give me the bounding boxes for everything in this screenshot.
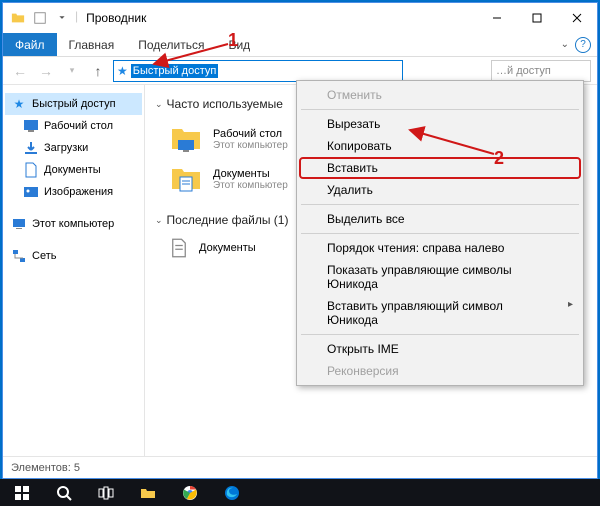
nav-network[interactable]: Сеть: [5, 245, 142, 267]
nav-label: Рабочий стол: [44, 120, 113, 132]
search-input[interactable]: …й доступ: [491, 60, 591, 82]
forward-button[interactable]: →: [35, 60, 57, 82]
collapse-ribbon-icon[interactable]: ⌄: [561, 39, 569, 50]
desktop-icon: [23, 118, 39, 134]
minimize-button[interactable]: [477, 3, 517, 33]
back-button[interactable]: ←: [9, 60, 31, 82]
item-name: Документы: [213, 168, 288, 180]
ctx-insertctrl[interactable]: Вставить управляющий символ Юникода: [299, 295, 581, 331]
folder-documents-icon: [169, 162, 203, 196]
documents-icon: [23, 162, 39, 178]
navigation-pane: ★ Быстрый доступ Рабочий стол Загрузки Д…: [3, 85, 145, 456]
caret-down-icon: ⌄: [155, 99, 163, 110]
nav-label: Сеть: [32, 250, 56, 262]
window-controls: [477, 3, 597, 33]
downloads-icon: [23, 140, 39, 156]
properties-icon[interactable]: [31, 9, 49, 27]
titlebar-left: | Проводник: [3, 9, 146, 27]
ctx-reconvert: Реконверсия: [299, 360, 581, 382]
separator: [301, 334, 579, 335]
document-icon: [169, 238, 189, 258]
thispc-icon: [11, 216, 27, 232]
item-info: Рабочий стол Этот компьютер: [213, 128, 288, 151]
folder-icon: [9, 9, 27, 27]
statusbar: Элементов: 5: [3, 456, 597, 478]
ctx-delete[interactable]: Удалить: [299, 179, 581, 201]
annotation-arrow-2: [404, 124, 500, 160]
item-name: Документы: [199, 242, 256, 254]
item-name: Рабочий стол: [213, 128, 288, 140]
help-icon[interactable]: ?: [575, 37, 591, 53]
tab-home[interactable]: Главная: [57, 33, 127, 56]
search-placeholder: …й доступ: [496, 65, 551, 77]
ctx-selectall[interactable]: Выделить все: [299, 208, 581, 230]
group-label: Часто используемые: [167, 97, 283, 111]
annotation-arrow-1: [148, 40, 234, 70]
close-button[interactable]: [557, 3, 597, 33]
pictures-icon: [23, 184, 39, 200]
taskbar: [0, 479, 600, 506]
item-sub: Этот компьютер: [213, 180, 288, 191]
nav-downloads[interactable]: Загрузки: [5, 137, 142, 159]
tab-file[interactable]: Файл: [3, 33, 57, 56]
chrome-taskbar-icon[interactable]: [172, 479, 208, 506]
search-button[interactable]: [46, 479, 82, 506]
item-sub: Этот компьютер: [213, 140, 288, 151]
window-title: Проводник: [86, 11, 146, 25]
qat-dropdown-icon[interactable]: [53, 9, 71, 27]
star-icon: ★: [11, 96, 27, 112]
separator: [301, 204, 579, 205]
explorer-taskbar-icon[interactable]: [130, 479, 166, 506]
group-label: Последние файлы (1): [167, 213, 289, 227]
quick-access-toolbar: |: [9, 9, 84, 27]
star-icon: ★: [117, 64, 128, 78]
item-info: Документы Этот компьютер: [213, 168, 288, 191]
ctx-openime[interactable]: Открыть IME: [299, 338, 581, 360]
network-icon: [11, 248, 27, 264]
recent-dropdown[interactable]: ▾: [61, 60, 83, 82]
separator: [301, 233, 579, 234]
ctx-showctrl[interactable]: Показать управляющие символы Юникода: [299, 259, 581, 295]
folder-desktop-icon: [169, 122, 203, 156]
nav-label: Документы: [44, 164, 101, 176]
separator: [301, 109, 579, 110]
ribbon-right: ⌄ ?: [561, 33, 597, 56]
nav-documents[interactable]: Документы: [5, 159, 142, 181]
ctx-undo: Отменить: [299, 84, 581, 106]
nav-pictures[interactable]: Изображения: [5, 181, 142, 203]
ctx-rtl[interactable]: Порядок чтения: справа налево: [299, 237, 581, 259]
caret-down-icon: ⌄: [155, 215, 163, 226]
maximize-button[interactable]: [517, 3, 557, 33]
nav-label: Быстрый доступ: [32, 98, 116, 110]
edge-taskbar-icon[interactable]: [214, 479, 250, 506]
ribbon-tabs: Файл Главная Поделиться Вид ⌄ ?: [3, 33, 597, 57]
status-text: Элементов: 5: [11, 462, 80, 474]
nav-label: Загрузки: [44, 142, 88, 154]
nav-label: Изображения: [44, 186, 113, 198]
nav-label: Этот компьютер: [32, 218, 114, 230]
nav-quickaccess[interactable]: ★ Быстрый доступ: [5, 93, 142, 115]
up-button[interactable]: ↑: [87, 60, 109, 82]
ctx-paste[interactable]: Вставить: [299, 157, 581, 179]
start-button[interactable]: [4, 479, 40, 506]
nav-desktop[interactable]: Рабочий стол: [5, 115, 142, 137]
titlebar: | Проводник: [3, 3, 597, 33]
nav-thispc[interactable]: Этот компьютер: [5, 213, 142, 235]
taskview-button[interactable]: [88, 479, 124, 506]
